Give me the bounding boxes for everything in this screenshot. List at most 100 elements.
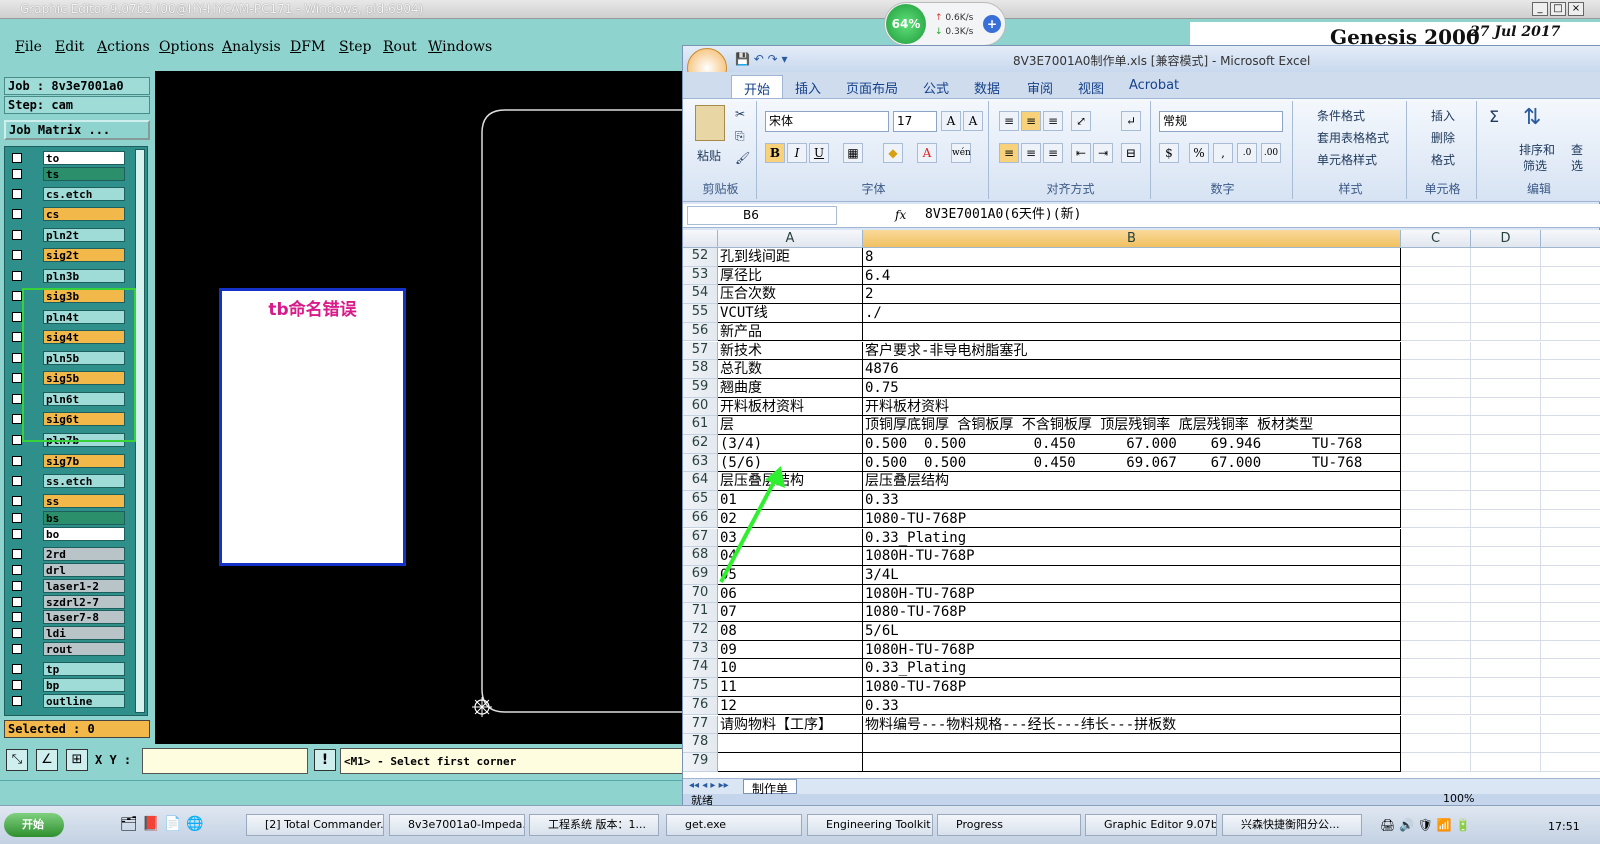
layer-name[interactable]: outline	[43, 694, 125, 708]
layer-name[interactable]: pln2t	[43, 228, 125, 242]
decrease-decimal-icon[interactable]: .00	[1261, 143, 1281, 163]
cell-e[interactable]	[1541, 678, 1600, 697]
row-number[interactable]: 73	[683, 640, 718, 660]
cell-a[interactable]: 10	[718, 659, 863, 679]
taskbar-item[interactable]: Progress	[937, 814, 1081, 836]
cell-a[interactable]: 新产品	[718, 322, 863, 342]
merge-icon[interactable]: ⊟	[1121, 143, 1141, 163]
cell-e[interactable]	[1541, 659, 1600, 679]
cell-a[interactable]: 请购物料【工序】	[718, 715, 863, 735]
layer-checkbox[interactable]	[12, 230, 22, 240]
row-number[interactable]: 52	[683, 248, 718, 267]
cell-d[interactable]	[1471, 622, 1541, 641]
layer-row-bo[interactable]: bo	[9, 527, 125, 541]
layer-name[interactable]: bo	[43, 527, 125, 541]
layer-row-to[interactable]: to	[9, 151, 125, 165]
tab-page-layout[interactable]: 页面布局	[846, 78, 898, 97]
layer-checkbox[interactable]	[12, 513, 22, 523]
cell-b[interactable]: 0.33_Plating	[863, 659, 1401, 679]
job-matrix-button[interactable]: Job Matrix ...	[4, 120, 150, 140]
cell-d[interactable]	[1471, 509, 1541, 529]
delete-cells-button[interactable]: 删除	[1431, 129, 1455, 146]
column-header-extra[interactable]	[1541, 230, 1600, 248]
filter-label[interactable]: 筛选	[1523, 157, 1547, 174]
cell-d[interactable]	[1471, 565, 1541, 585]
cell-b[interactable]: 层压叠层结构	[863, 472, 1401, 492]
cell-d[interactable]	[1471, 360, 1541, 379]
cell-e[interactable]	[1541, 603, 1600, 622]
font-size-combo[interactable]: 17	[893, 111, 937, 132]
cell-e[interactable]	[1541, 323, 1600, 342]
cell-d[interactable]	[1471, 752, 1541, 772]
layer-checkbox[interactable]	[12, 250, 22, 260]
layer-row-szdrl2-7[interactable]: szdrl2-7	[9, 595, 125, 609]
layer-row-cs-etch[interactable]: cs.etch	[9, 187, 125, 201]
cell-a[interactable]: 层	[718, 416, 863, 435]
cell-b[interactable]: 1080-TU-768P	[863, 678, 1401, 697]
layer-checkbox[interactable]	[12, 476, 22, 486]
cell-b[interactable]: 物料编号---物料规格---经长---纬长---拼板数	[863, 715, 1401, 735]
row-number[interactable]: 53	[683, 266, 718, 286]
layer-row-rout[interactable]: rout	[9, 642, 125, 656]
layer-name[interactable]: ldi	[43, 626, 125, 640]
cell-d[interactable]	[1471, 603, 1541, 622]
layer-name[interactable]: ss	[43, 494, 125, 508]
menu-analysis[interactable]: Analysis	[222, 39, 281, 55]
cell-a[interactable]: 开料板材资料	[718, 397, 863, 417]
italic-button[interactable]: I	[787, 143, 807, 163]
layer-row-ss[interactable]: ss	[9, 494, 125, 508]
row-number[interactable]: 74	[683, 659, 718, 679]
find-label[interactable]: 查	[1571, 141, 1583, 158]
tab-data[interactable]: 数据	[974, 78, 1000, 97]
layer-scrollbar[interactable]	[135, 149, 145, 713]
percent-icon[interactable]: %	[1189, 143, 1209, 163]
cell-a[interactable]: 新技术	[718, 341, 863, 361]
cell-b[interactable]: 1080-TU-768P	[863, 603, 1401, 622]
cell-e[interactable]	[1541, 547, 1600, 566]
menu-edit[interactable]: Edit	[55, 39, 84, 55]
cell-b[interactable]	[863, 752, 1401, 772]
layer-row-ss-etch[interactable]: ss.etch	[9, 474, 125, 488]
layer-name[interactable]: cs.etch	[43, 187, 125, 201]
number-format-combo[interactable]: 常规	[1159, 111, 1283, 132]
cell-b[interactable]: 1080-TU-768P	[863, 509, 1401, 529]
cell-a[interactable]: 12	[718, 696, 863, 716]
row-number[interactable]: 75	[683, 678, 718, 697]
quick-access-icons[interactable]: 💾 ↶ ↷ ▾	[735, 52, 788, 66]
tab-review[interactable]: 审阅	[1027, 78, 1053, 97]
cell-d[interactable]	[1471, 397, 1541, 417]
cell-e[interactable]	[1541, 510, 1600, 529]
cell-e[interactable]	[1541, 398, 1600, 417]
layer-row-cs[interactable]: cs	[9, 207, 125, 221]
graphic-canvas[interactable]: tb命名错误	[155, 71, 685, 744]
row-number[interactable]: 62	[683, 435, 718, 454]
cell-a[interactable]	[718, 752, 863, 772]
cell-e[interactable]	[1541, 416, 1600, 435]
cell-b[interactable]: 4876	[863, 360, 1401, 379]
fill-color-icon[interactable]: ◆	[883, 143, 903, 163]
cell-c[interactable]	[1401, 453, 1471, 473]
cell-c[interactable]	[1401, 659, 1471, 679]
increase-indent-icon[interactable]: ⇥	[1093, 143, 1113, 163]
cell-b[interactable]: 1080H-TU-768P	[863, 584, 1401, 604]
layer-row-bp[interactable]: bp	[9, 678, 125, 692]
cell-d[interactable]	[1471, 528, 1541, 548]
cell-a[interactable]: 09	[718, 640, 863, 660]
cell-c[interactable]	[1401, 603, 1471, 622]
taskbar-item[interactable]: get.exe	[666, 814, 802, 836]
cell-b[interactable]: 0.33_Plating	[863, 528, 1401, 548]
wrap-text-icon[interactable]: ↵	[1121, 111, 1141, 131]
layer-checkbox[interactable]	[12, 169, 22, 179]
layer-name[interactable]: bp	[43, 678, 125, 692]
xy-input[interactable]	[142, 748, 308, 774]
layer-row-drl[interactable]: drl	[9, 563, 125, 577]
column-header-B[interactable]: B	[863, 230, 1401, 248]
layer-checkbox[interactable]	[12, 696, 22, 706]
cell-a[interactable]: 厚径比	[718, 266, 863, 286]
menu-windows[interactable]: Windows	[428, 39, 492, 55]
cell-d[interactable]	[1471, 715, 1541, 735]
copy-icon[interactable]: ⎘	[735, 129, 745, 144]
cell-b[interactable]: 顶铜厚底铜厚 含铜板厚 不含铜板厚 顶层残铜率 底层残铜率 板材类型	[863, 416, 1401, 435]
cell-d[interactable]	[1471, 696, 1541, 716]
cell-b[interactable]: 0.33	[863, 491, 1401, 510]
